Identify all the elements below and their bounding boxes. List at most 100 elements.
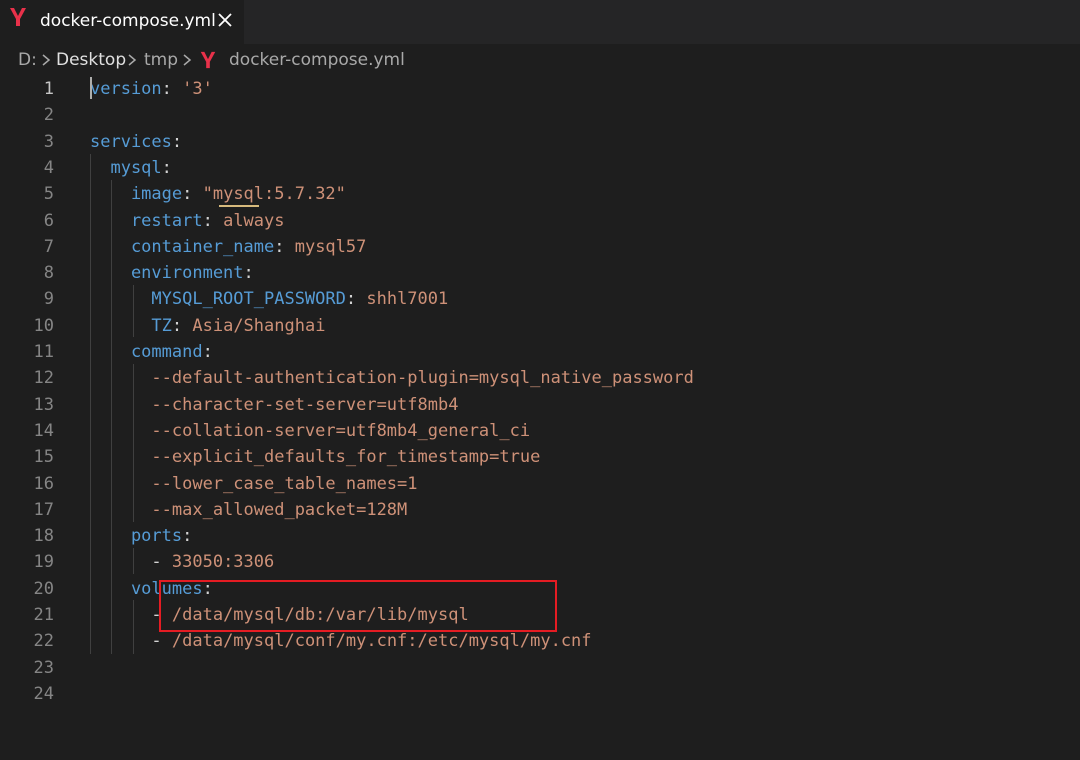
code-line[interactable]: 11 command: [0, 339, 1080, 365]
code-line[interactable]: 5 image: "mysql:5.7.32" [0, 181, 1080, 207]
code-token: --collation-server=utf8mb4_general_ci [90, 420, 531, 441]
code-line[interactable]: 3 services: [0, 129, 1080, 155]
line-number: 7 [43, 236, 54, 257]
code-line[interactable]: 16 --lower_case_table_names=1 [0, 471, 1080, 497]
code-text: - /data/mysql/conf/my.cnf:/etc/mysql/my.… [90, 628, 592, 654]
line-number: 12 [33, 368, 54, 389]
code-line[interactable]: 6 restart: always [0, 208, 1080, 234]
code-line[interactable]: 10 TZ: Asia/Shanghai [0, 313, 1080, 339]
line-number: 1 [43, 79, 54, 99]
line-number: 24 [33, 683, 54, 704]
code-line[interactable]: 19 - 33050:3306 [0, 549, 1080, 575]
code-token: : [161, 157, 172, 178]
line-number: 5 [43, 184, 54, 205]
code-line[interactable]: 12 --default-authentication-plugin=mysql… [0, 365, 1080, 391]
code-token: image [90, 184, 183, 205]
code-token: /data/mysql/conf/my.cnf:/etc/mysql/my.cn… [171, 631, 592, 652]
line-number: 6 [43, 210, 54, 231]
code-token: : [274, 236, 295, 257]
code-line[interactable]: 15 --explicit_defaults_for_timestamp=tru… [0, 444, 1080, 470]
code-token: command [90, 342, 203, 362]
close-icon[interactable] [215, 10, 235, 30]
chevron-right-icon [183, 54, 192, 66]
code-text: - 33050:3306 [90, 549, 274, 575]
code-token: environment [90, 263, 244, 284]
code-token: : [182, 184, 203, 205]
code-token: : [202, 210, 224, 231]
code-line[interactable]: 9 MYSQL_ROOT_PASSWORD: shhl7001 [0, 286, 1080, 312]
chevron-right-icon [42, 54, 51, 66]
code-token: shhl7001 [366, 289, 449, 310]
code-token: "mysql:5.7.32" [202, 184, 346, 205]
code-token: always [223, 210, 285, 231]
code-token: MYSQL_ROOT_PASSWORD [90, 289, 346, 310]
code-token: --lower_case_table_names=1 [90, 473, 418, 494]
breadcrumb-file[interactable]: docker-compose.yml [229, 50, 405, 70]
line-number: 21 [33, 605, 54, 625]
line-number: 17 [33, 499, 54, 520]
line-number: 8 [43, 263, 54, 284]
code-line[interactable]: 13 --character-set-server=utf8mb4 [0, 392, 1080, 418]
code-text: --collation-server=utf8mb4_general_ci [90, 418, 530, 444]
tab-label: docker-compose.yml [40, 11, 216, 31]
code-token: version [90, 79, 162, 99]
code-text: --max_allowed_packet=128M [90, 497, 407, 523]
code-line[interactable]: 7 container_name: mysql57 [0, 234, 1080, 260]
breadcrumb-tmp[interactable]: tmp [144, 50, 178, 70]
code-token: ports [90, 526, 183, 547]
code-line[interactable]: 4 mysql: [0, 155, 1080, 181]
code-token: --explicit_defaults_for_timestamp=true [90, 447, 541, 468]
code-token: --default-authentication-plugin=mysql_na… [90, 368, 694, 389]
code-text: version: '3' [90, 76, 213, 102]
line-number: 13 [33, 394, 54, 415]
code-line[interactable]: 8 environment: [0, 260, 1080, 286]
chevron-right-icon [128, 54, 137, 66]
breadcrumb-desktop[interactable]: Desktop [56, 50, 126, 70]
line-number: 20 [33, 578, 54, 599]
code-token: : [161, 79, 183, 99]
code-text: mysql: [90, 155, 172, 181]
spellcheck-underline [219, 205, 259, 207]
code-text: services: [90, 129, 182, 155]
code-token: '3' [182, 79, 213, 99]
code-token: --max_allowed_packet=128M [90, 499, 408, 520]
yaml-y-icon [10, 8, 26, 26]
code-token: - [90, 631, 172, 652]
line-number: 3 [43, 131, 54, 152]
code-token: - [90, 552, 172, 573]
code-text: --lower_case_table_names=1 [90, 471, 418, 497]
code-text: --default-authentication-plugin=mysql_na… [90, 365, 694, 391]
line-number: 16 [33, 473, 54, 494]
annotation-highlight-box [159, 580, 557, 632]
code-token: --character-set-server=utf8mb4 [90, 394, 459, 415]
code-line[interactable]: 1 version: '3' [0, 76, 1080, 102]
code-text: command: [90, 339, 213, 365]
code-line[interactable]: 24 [0, 681, 1080, 707]
tab-docker-compose[interactable]: docker-compose.yml [0, 0, 244, 44]
code-text: container_name: mysql57 [90, 234, 366, 260]
code-text: image: "mysql:5.7.32" [90, 181, 346, 207]
code-line[interactable]: 14 --collation-server=utf8mb4_general_ci [0, 418, 1080, 444]
code-line[interactable]: 2 [0, 102, 1080, 128]
line-number: 19 [33, 552, 54, 573]
code-token: 33050:3306 [171, 552, 275, 573]
code-text: MYSQL_ROOT_PASSWORD: shhl7001 [90, 286, 448, 312]
breadcrumb: D: Desktop tmp docker-compose.yml [0, 44, 1080, 76]
line-number: 11 [33, 342, 54, 362]
code-line[interactable]: 17 --max_allowed_packet=128M [0, 497, 1080, 523]
code-text: ports: [90, 523, 192, 549]
line-number: 10 [33, 315, 54, 336]
line-number: 18 [33, 526, 54, 547]
line-number: 2 [43, 105, 54, 126]
yaml-y-icon [200, 51, 216, 69]
line-number: 14 [33, 420, 54, 441]
code-text: environment: [90, 260, 254, 286]
code-token: mysql [90, 157, 162, 178]
code-text: TZ: Asia/Shanghai [90, 313, 325, 339]
code-editor[interactable]: 1 version: '3' 2 3 services: 4 mysql: 5 image:… [0, 76, 1080, 760]
tab-bar: docker-compose.yml [0, 0, 1080, 44]
code-line[interactable]: 23 [0, 655, 1080, 681]
breadcrumb-drive[interactable]: D: [18, 50, 37, 70]
code-line[interactable]: 18 ports: [0, 523, 1080, 549]
code-line[interactable]: 22 - /data/mysql/conf/my.cnf:/etc/mysql/… [0, 628, 1080, 654]
